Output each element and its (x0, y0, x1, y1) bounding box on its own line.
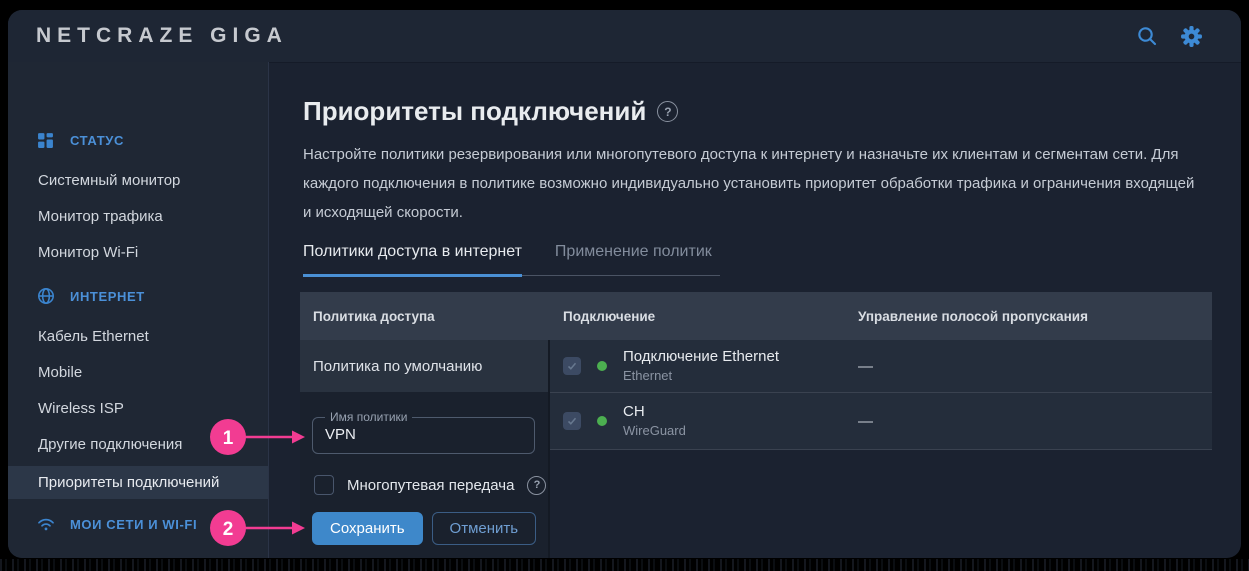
connection-info: Подключение Ethernet Ethernet (623, 348, 779, 385)
col-header-connection: Подключение (550, 309, 855, 324)
status-dot (597, 416, 607, 426)
wifi-icon (37, 515, 55, 533)
sidebar: СТАТУС Системный монитор Монитор трафика… (8, 62, 269, 558)
connection-subtitle: Ethernet (623, 368, 779, 384)
table-row: Политика по умолчанию Подключение Ethern… (300, 340, 1212, 392)
multipath-checkbox[interactable] (314, 475, 334, 495)
multipath-row: Многопутевая передача ? (314, 475, 546, 495)
policy-cell-default[interactable]: Политика по умолчанию (300, 340, 550, 392)
sidebar-item-system-monitor[interactable]: Системный монитор (8, 163, 268, 197)
sidebar-section-status[interactable]: СТАТУС (8, 123, 268, 157)
connection-checkbox[interactable] (563, 412, 581, 430)
top-header: NETCRAZE GIGA (8, 10, 1241, 63)
tab-policy-assignment[interactable]: Применение политик (555, 243, 720, 275)
sidebar-item-wifi-monitor[interactable]: Монитор Wi-Fi (8, 235, 268, 269)
bandwidth-cell: — (855, 393, 1212, 449)
sidebar-item-traffic-monitor[interactable]: Монитор трафика (8, 199, 268, 233)
col-header-policy: Политика доступа (300, 309, 550, 324)
cancel-button[interactable]: Отменить (432, 512, 537, 545)
sidebar-item-wireless-isp[interactable]: Wireless ISP (8, 391, 268, 425)
sidebar-section-internet[interactable]: ИНТЕРНЕТ (8, 279, 268, 313)
help-icon[interactable]: ? (527, 476, 546, 495)
sidebar-item-other-connections[interactable]: Другие подключения (8, 427, 268, 461)
search-icon[interactable] (1135, 24, 1159, 48)
connection-title: Подключение Ethernet (623, 348, 779, 367)
connection-cell: CH WireGuard (550, 393, 855, 449)
header-icons (1135, 24, 1241, 48)
connection-subtitle: WireGuard (623, 423, 686, 439)
page-description: Настройте политики резервирования или мн… (303, 140, 1205, 227)
form-buttons: Сохранить Отменить (312, 512, 536, 545)
table-row: CH WireGuard — (550, 392, 1212, 450)
sidebar-item-ethernet-cable[interactable]: Кабель Ethernet (8, 319, 268, 353)
help-icon[interactable]: ? (657, 101, 678, 122)
connection-cell: Подключение Ethernet Ethernet (550, 340, 855, 392)
gear-icon[interactable] (1179, 24, 1203, 48)
connection-info: CH WireGuard (623, 403, 686, 440)
sidebar-item-client-lists[interactable]: Списки клиентов (8, 547, 268, 558)
sidebar-section-label: ИНТЕРНЕТ (70, 289, 145, 304)
new-policy-form: Имя политики Многопутевая передача ? Сох… (300, 392, 550, 558)
app-frame: NETCRAZE GIGA (8, 10, 1241, 558)
connection-checkbox[interactable] (563, 357, 581, 375)
connection-title: CH (623, 403, 686, 422)
save-button[interactable]: Сохранить (312, 512, 423, 545)
tab-access-policies[interactable]: Политики доступа в интернет (303, 243, 522, 277)
help-glyph: ? (534, 479, 541, 491)
tab-bar: Политики доступа в интернет Применение п… (303, 243, 720, 276)
sidebar-section-label: МОИ СЕТИ И WI-FI (70, 517, 197, 532)
help-glyph: ? (664, 105, 671, 119)
multipath-label: Многопутевая передача (347, 477, 514, 494)
sidebar-item-connection-priorities[interactable]: Приоритеты подключений (8, 466, 268, 499)
policy-name-input[interactable] (323, 425, 526, 443)
sidebar-item-mobile[interactable]: Mobile (8, 355, 268, 389)
sidebar-section-label: СТАТУС (70, 133, 124, 148)
page-title: Приоритеты подключений (303, 96, 646, 127)
col-header-bandwidth: Управление полосой пропускания (855, 309, 1212, 324)
page-title-row: Приоритеты подключений ? (303, 96, 678, 127)
policy-name-fieldset: Имя политики (312, 410, 535, 454)
bandwidth-cell: — (855, 340, 1212, 392)
table-header-row: Политика доступа Подключение Управление … (300, 292, 1212, 340)
status-dot (597, 361, 607, 371)
brand-logo: NETCRAZE GIGA (36, 24, 288, 48)
dashboard-icon (37, 131, 55, 149)
policy-name-label: Имя политики (325, 410, 412, 424)
sidebar-section-networks[interactable]: МОИ СЕТИ И WI-FI (8, 507, 268, 541)
globe-icon (37, 287, 55, 305)
watermark-noise-strip (0, 559, 1249, 571)
